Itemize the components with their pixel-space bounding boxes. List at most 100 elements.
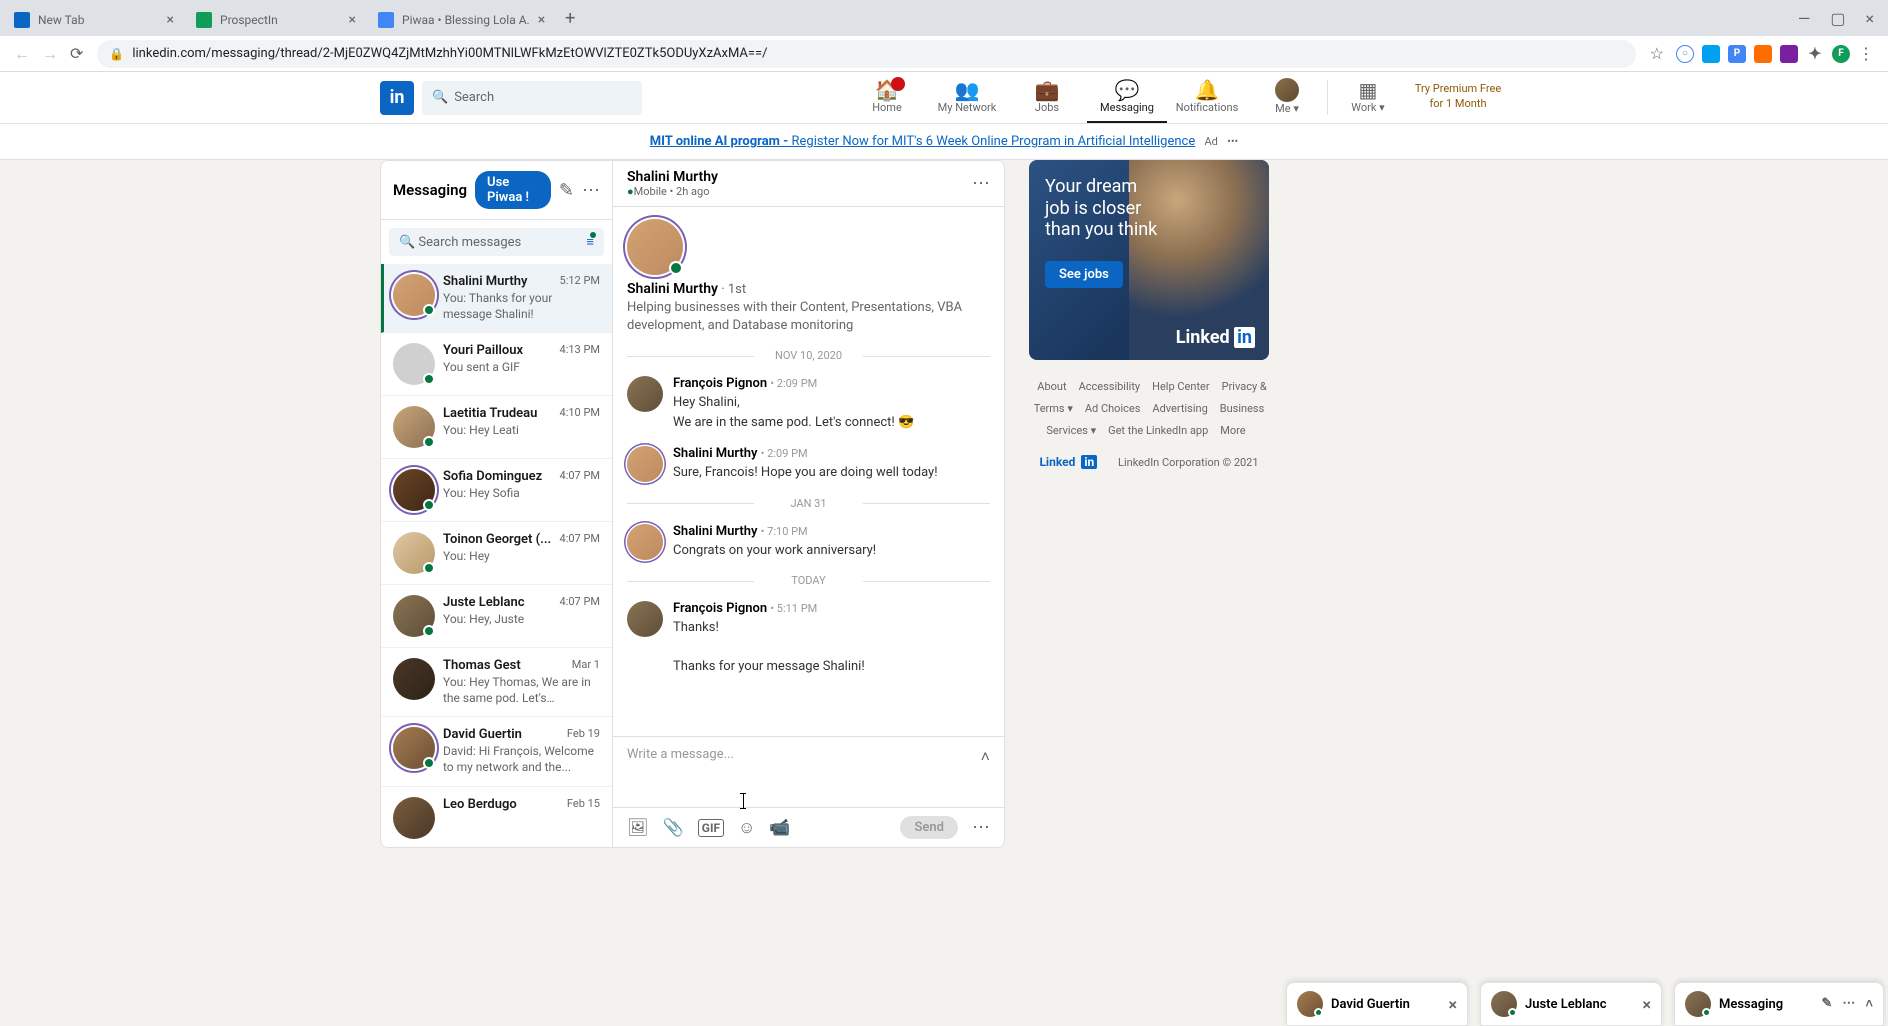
linkedin-logo[interactable]: in xyxy=(380,81,414,115)
extensions-menu-icon[interactable]: ✦ xyxy=(1806,45,1824,63)
nav-messaging[interactable]: 💬 Messaging xyxy=(1087,72,1167,123)
close-icon[interactable]: × xyxy=(349,12,356,28)
close-icon[interactable]: × xyxy=(167,12,174,28)
minimize-icon[interactable]: — xyxy=(1798,9,1811,28)
conversation-name: Leo Berdugo xyxy=(443,797,517,812)
search-input[interactable]: 🔍 Search xyxy=(422,81,642,115)
message-sender[interactable]: Shalini Murthy xyxy=(673,446,758,461)
conversation-item[interactable]: Sofia Dominguez4:07 PM You: Hey Sofia xyxy=(381,459,612,522)
extension-icon[interactable] xyxy=(1702,45,1720,63)
conversation-name: Thomas Gest xyxy=(443,658,521,673)
filter-icon[interactable]: ≡ xyxy=(586,234,594,250)
nav-work[interactable]: ▦ Work ▾ xyxy=(1328,72,1408,123)
thread-recipient-name[interactable]: Shalini Murthy xyxy=(627,169,718,185)
footer-link[interactable]: Help Center xyxy=(1152,380,1210,393)
message-input[interactable]: Write a message... ˄ xyxy=(613,737,1004,807)
more-icon[interactable]: ⋯ xyxy=(972,817,990,838)
more-icon[interactable]: ⋯ xyxy=(582,180,600,201)
message-sender[interactable]: François Pignon xyxy=(673,601,767,616)
sponsored-banner[interactable]: MIT online AI program - Register Now for… xyxy=(0,124,1888,160)
conversation-time: 4:13 PM xyxy=(560,343,600,358)
footer-links: AboutAccessibilityHelp CenterPrivacy & T… xyxy=(1029,376,1269,442)
close-window-icon[interactable]: × xyxy=(1865,9,1874,28)
browser-tab[interactable]: New Tab × xyxy=(4,4,184,36)
message-avatar[interactable] xyxy=(627,601,663,637)
profile-avatar[interactable]: F xyxy=(1832,45,1850,63)
close-icon[interactable]: × xyxy=(1643,995,1652,1014)
search-messages-input[interactable]: 🔍 Search messages ≡ xyxy=(389,228,604,256)
forward-button[interactable]: → xyxy=(36,44,64,64)
conversation-item[interactable]: Thomas GestMar 1 You: Hey Thomas, We are… xyxy=(381,648,612,717)
close-icon[interactable]: × xyxy=(538,12,545,28)
conversation-item[interactable]: Youri Pailloux4:13 PM You sent a GIF xyxy=(381,333,612,396)
conversation-item[interactable]: Shalini Murthy5:12 PM You: Thanks for yo… xyxy=(381,264,612,333)
browser-tab[interactable]: ProspectIn × xyxy=(186,4,366,36)
footer-link[interactable]: Accessibility xyxy=(1079,380,1141,393)
emoji-icon[interactable]: ☺ xyxy=(738,818,755,838)
message-sender[interactable]: Shalini Murthy xyxy=(673,524,758,539)
nav-me[interactable]: Me ▾ xyxy=(1247,72,1327,123)
reload-button[interactable]: ⟳ xyxy=(64,44,89,63)
attachment-icon[interactable]: 📎 xyxy=(663,818,684,838)
conversation-preview: You: Hey, Juste xyxy=(443,612,600,628)
message-avatar[interactable] xyxy=(627,446,663,482)
back-button[interactable]: ← xyxy=(8,44,36,64)
conversation-item[interactable]: Leo BerdugoFeb 15 xyxy=(381,787,612,847)
more-icon[interactable]: ••• xyxy=(1227,135,1238,148)
footer-link[interactable]: Advertising xyxy=(1152,402,1207,415)
footer-link[interactable]: Get the LinkedIn app xyxy=(1108,424,1208,437)
footer-link[interactable]: More xyxy=(1220,424,1245,437)
more-icon[interactable]: ⋯ xyxy=(972,173,990,194)
extension-icon[interactable] xyxy=(1780,45,1798,63)
grid-icon: ▦ xyxy=(1359,79,1378,101)
compose-icon[interactable]: ✎ xyxy=(1822,996,1833,1012)
nav-network[interactable]: 👥 My Network xyxy=(927,72,1007,123)
nav-premium[interactable]: Try Premium Free for 1 Month xyxy=(1408,72,1508,123)
nav-home[interactable]: 🏠 Home xyxy=(847,72,927,123)
message-avatar[interactable] xyxy=(627,524,663,560)
chevron-up-icon[interactable]: ˄ xyxy=(1865,996,1873,1012)
conversation-item[interactable]: Toinon Georget (...4:07 PM You: Hey xyxy=(381,522,612,585)
conversation-item[interactable]: David GuertinFeb 19 David: Hi François, … xyxy=(381,717,612,786)
gif-icon[interactable]: GIF xyxy=(698,819,724,837)
close-icon[interactable]: × xyxy=(1449,995,1458,1014)
message-avatar[interactable] xyxy=(627,376,663,412)
footer-link[interactable]: Ad Choices xyxy=(1085,402,1141,415)
footer-link[interactable]: About xyxy=(1037,380,1066,393)
home-icon: 🏠 xyxy=(875,79,900,101)
see-jobs-button[interactable]: See jobs xyxy=(1045,261,1123,288)
use-piwaa-button[interactable]: Use Piwaa ! xyxy=(475,171,551,209)
profile-headline: Helping businesses with their Content, P… xyxy=(627,299,990,335)
nav-jobs[interactable]: 💼 Jobs xyxy=(1007,72,1087,123)
minimized-chat[interactable]: Juste Leblanc × xyxy=(1480,982,1662,1026)
profile-summary[interactable]: Shalini Murthy · 1st Helping businesses … xyxy=(627,219,990,335)
conversation-time: 4:10 PM xyxy=(560,406,600,421)
new-tab-button[interactable]: + xyxy=(557,8,583,29)
minimized-chat[interactable]: David Guertin × xyxy=(1286,982,1468,1026)
menu-icon[interactable]: ⋮ xyxy=(1858,44,1874,63)
maximize-icon[interactable]: ▢ xyxy=(1830,9,1845,28)
thread-body[interactable]: Shalini Murthy · 1st Helping businesses … xyxy=(613,207,1004,736)
conversation-name: Juste Leblanc xyxy=(443,595,525,610)
messaging-overlay[interactable]: Messaging ✎ ⋯ ˄ xyxy=(1674,982,1884,1026)
sidebar-ad[interactable]: Your dream job is closer than you think … xyxy=(1029,160,1269,360)
nav-notifications[interactable]: 🔔 Notifications xyxy=(1167,72,1247,123)
compose-placeholder: Write a message... xyxy=(627,747,734,762)
chevron-up-icon[interactable]: ˄ xyxy=(981,747,990,767)
extension-icon[interactable] xyxy=(1754,45,1772,63)
send-button[interactable]: Send xyxy=(900,816,958,839)
extension-icon[interactable]: ○ xyxy=(1676,45,1694,63)
image-icon[interactable]: 🖼 xyxy=(627,818,649,838)
conversation-avatar xyxy=(393,595,435,637)
video-icon[interactable]: 📹 xyxy=(769,818,790,838)
browser-tab[interactable]: Piwaa • Blessing Lola A. × xyxy=(368,4,555,36)
bookmark-icon[interactable]: ☆ xyxy=(1650,44,1664,63)
message-sender[interactable]: François Pignon xyxy=(673,376,767,391)
conversation-list[interactable]: Shalini Murthy5:12 PM You: Thanks for yo… xyxy=(381,264,612,847)
more-icon[interactable]: ⋯ xyxy=(1842,996,1855,1012)
conversation-item[interactable]: Laetitia Trudeau4:10 PM You: Hey Leati xyxy=(381,396,612,459)
conversation-item[interactable]: Juste Leblanc4:07 PM You: Hey, Juste xyxy=(381,585,612,648)
address-bar[interactable]: 🔒 linkedin.com/messaging/thread/2-MjE0ZW… xyxy=(97,40,1635,68)
extension-icon[interactable]: P xyxy=(1728,45,1746,63)
compose-icon[interactable]: ✎ xyxy=(559,180,574,201)
